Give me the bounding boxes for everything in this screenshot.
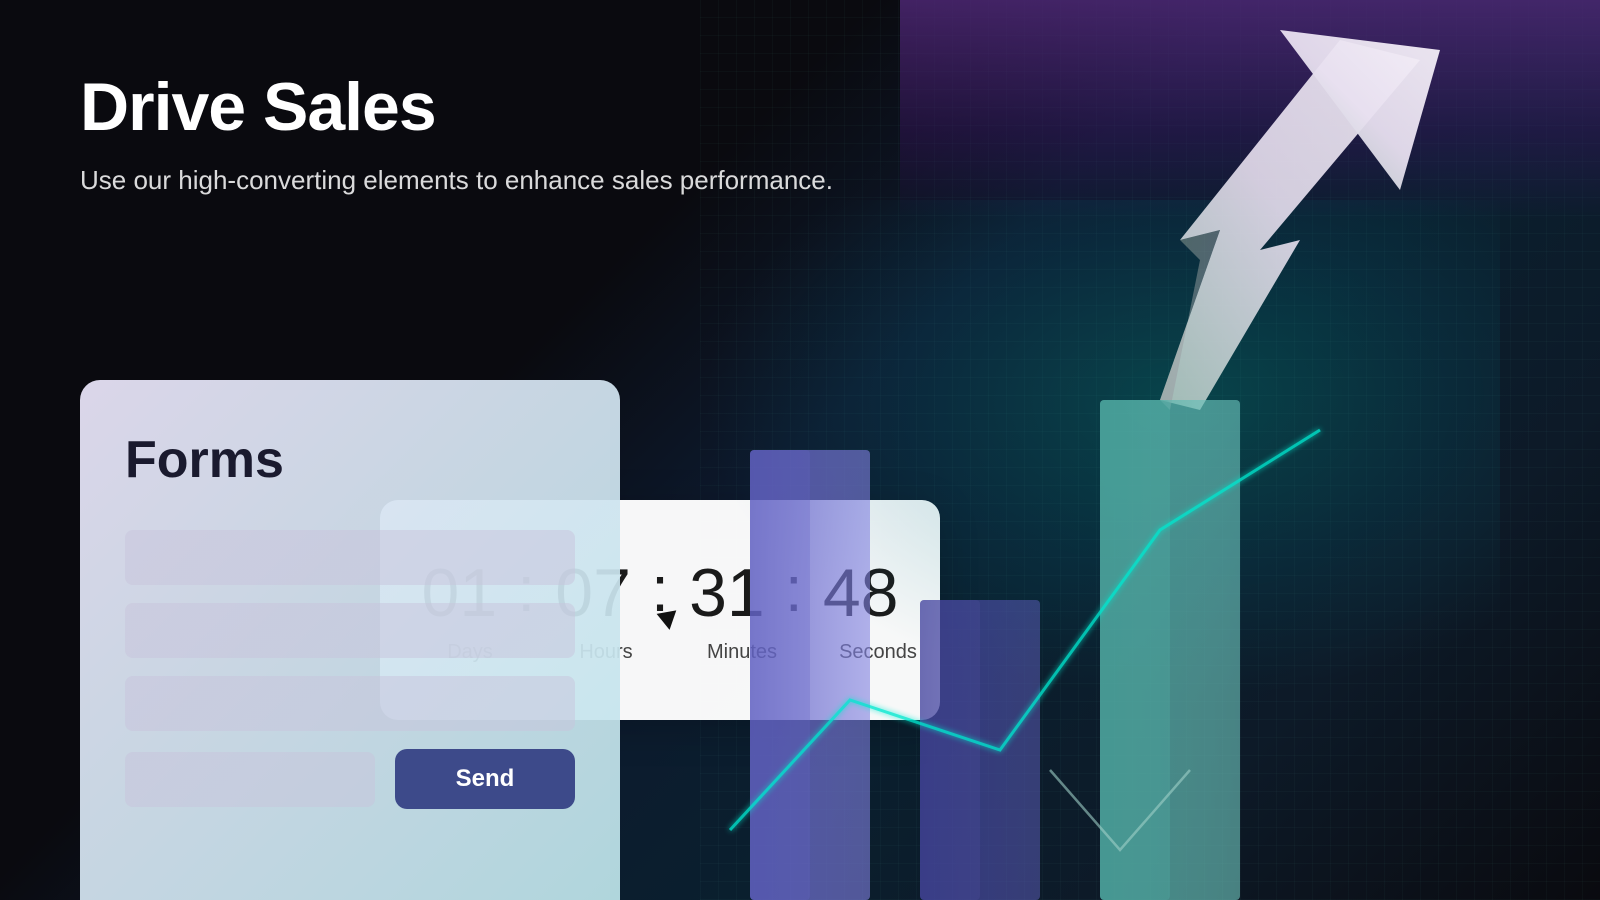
mouse-cursor — [657, 610, 680, 631]
page-subtitle: Use our high-converting elements to enha… — [80, 165, 1520, 196]
send-button[interactable]: Send — [395, 749, 575, 809]
form-input-1[interactable] — [125, 530, 575, 585]
form-card: Forms Send — [80, 380, 620, 900]
form-input-2[interactable] — [125, 603, 575, 658]
page-title: Drive Sales — [80, 70, 1520, 145]
form-input-4[interactable] — [125, 752, 375, 807]
form-bottom-row: Send — [125, 749, 575, 809]
form-input-3[interactable] — [125, 676, 575, 731]
form-title: Forms — [125, 430, 575, 490]
